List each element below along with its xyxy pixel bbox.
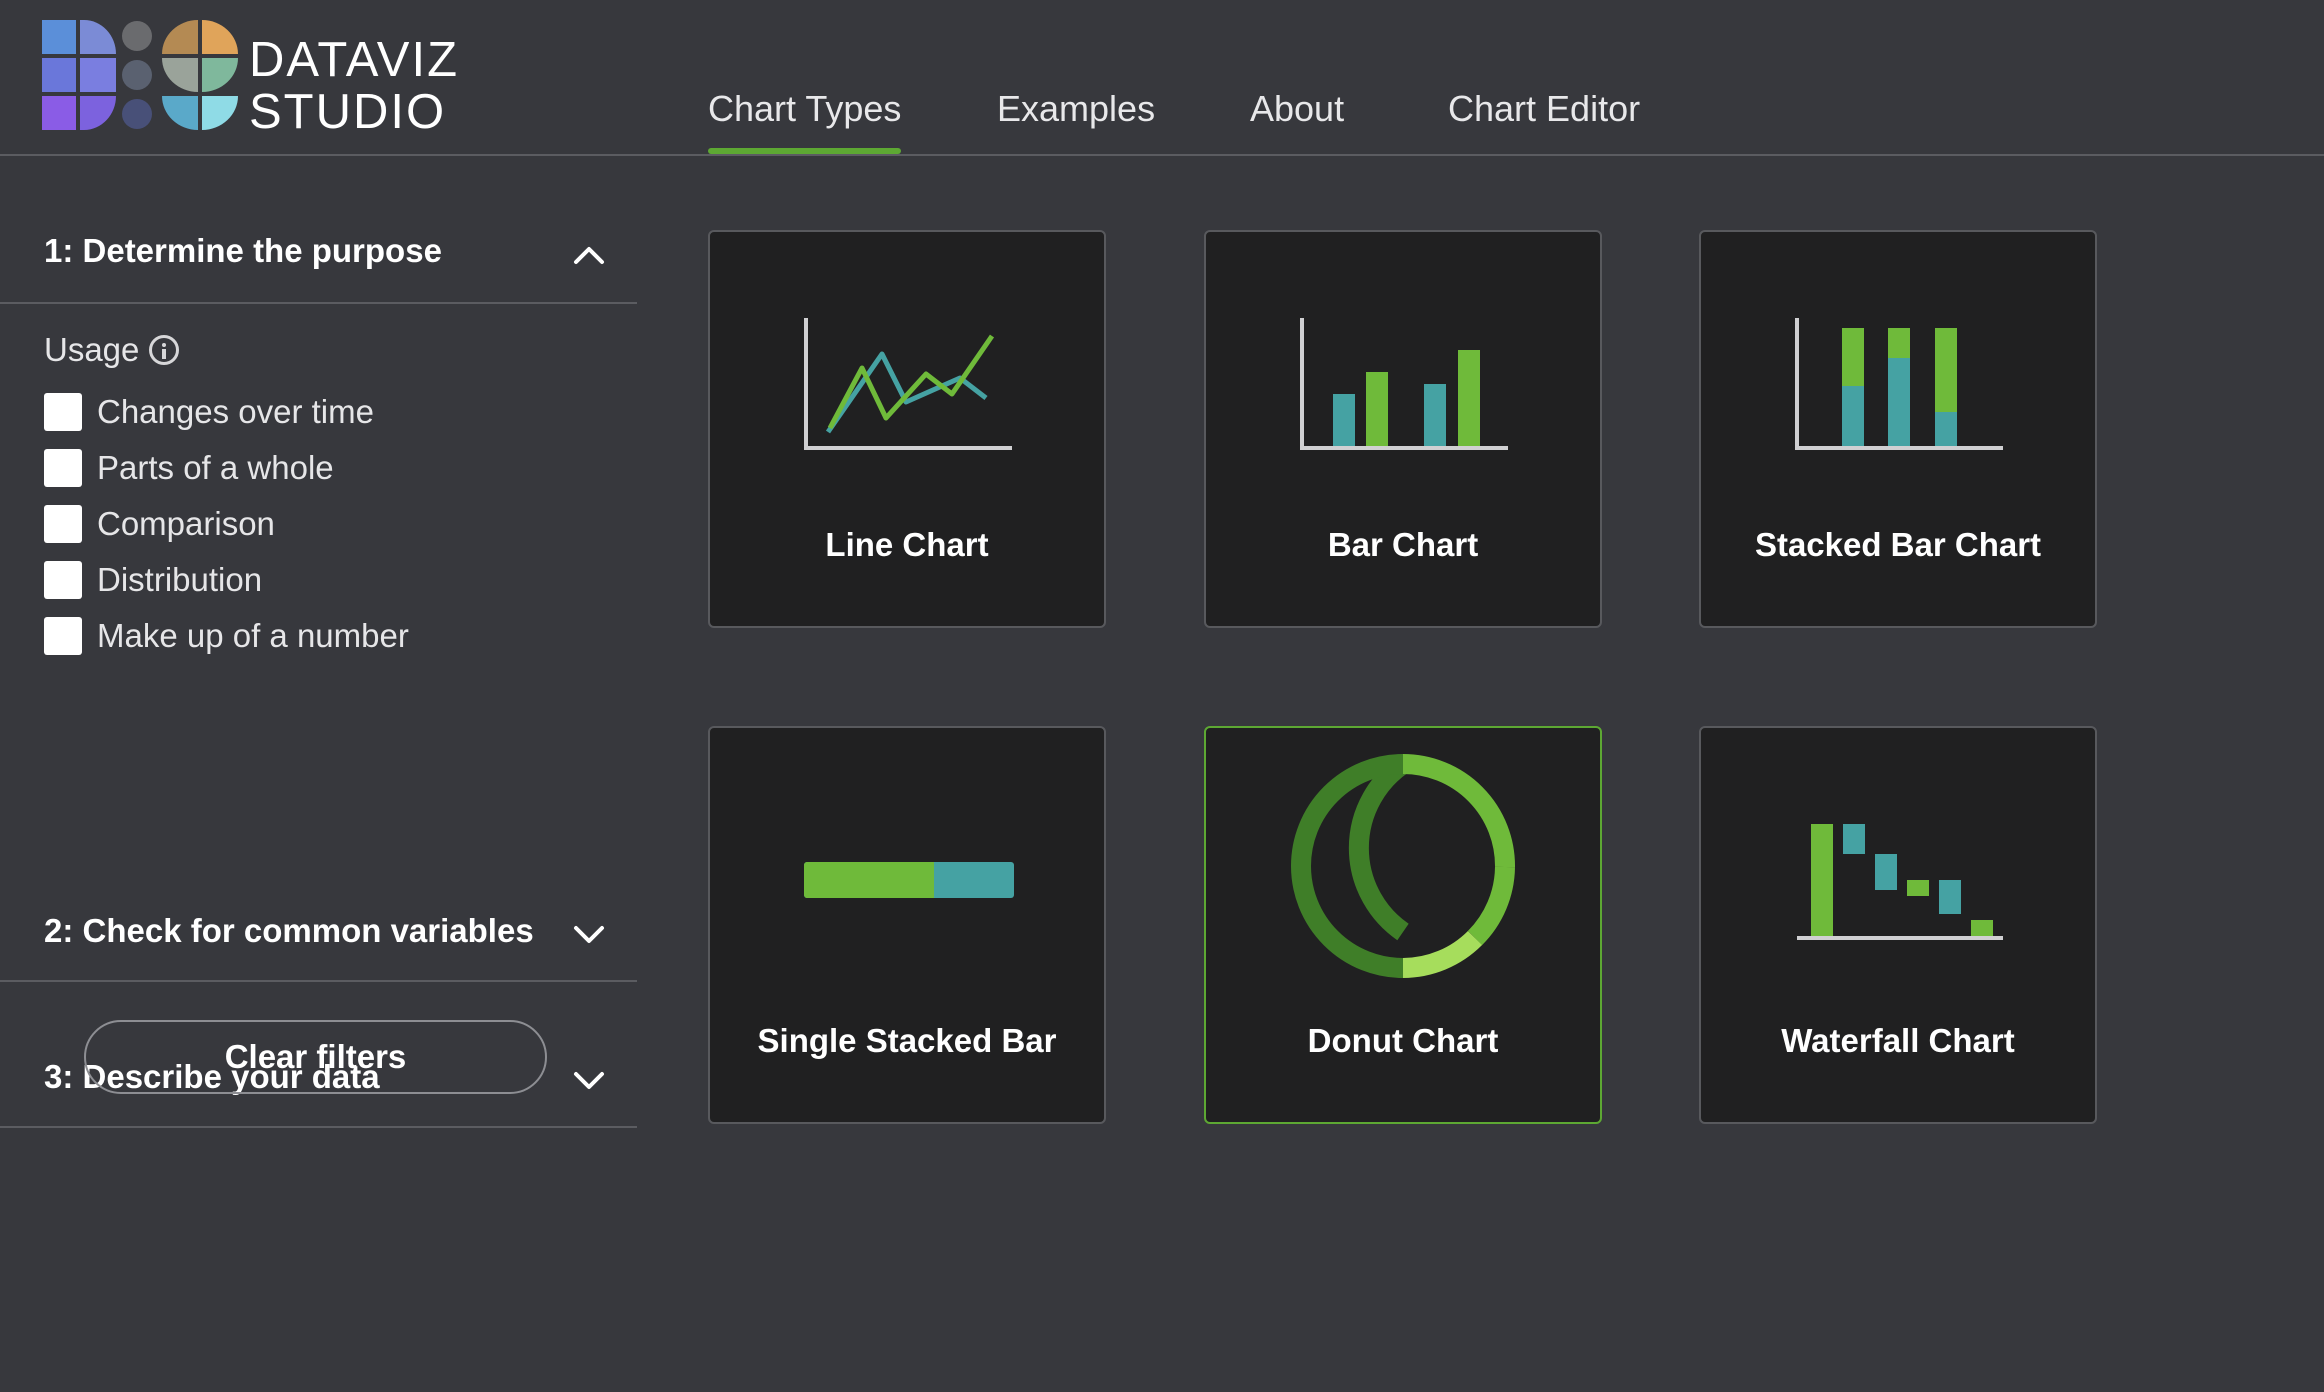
logo-line-2: STUDIO: [249, 85, 447, 139]
section-title: 2: Check for common variables: [44, 912, 534, 949]
checkbox[interactable]: [44, 393, 82, 431]
chevron-up-icon[interactable]: [572, 244, 606, 266]
option-distribution[interactable]: Distribution: [44, 560, 262, 600]
app-logo[interactable]: DATAVIZ STUDIO: [42, 20, 502, 138]
waterfall-chart-icon: [1797, 824, 2003, 940]
chevron-down-icon[interactable]: [572, 1070, 606, 1092]
card-label: Single Stacked Bar: [757, 1022, 1057, 1059]
option-changes-over-time[interactable]: Changes over time: [44, 392, 374, 432]
option-label: Comparison: [97, 505, 275, 542]
single-stacked-bar-icon: [804, 862, 1014, 898]
bar-chart-icon: [1300, 318, 1508, 450]
usage-header: Usage: [44, 330, 180, 370]
checkbox[interactable]: [44, 561, 82, 599]
stacked-bar-chart-icon: [1795, 318, 2003, 450]
logo-line-1: DATAVIZ: [249, 33, 459, 87]
section-common-variables[interactable]: 2: Check for common variables: [0, 832, 637, 982]
donut-chart-icon: [1290, 754, 1516, 978]
checkbox[interactable]: [44, 449, 82, 487]
card-label: Line Chart: [825, 526, 989, 563]
filter-sidebar: 1: Determine the purpose Usage Changes o…: [0, 156, 637, 1392]
logo-wordmark: DATAVIZ STUDIO: [249, 34, 459, 138]
line-chart-icon: [804, 318, 1012, 450]
card-label: Waterfall Chart: [1781, 1022, 2015, 1059]
card-label: Stacked Bar Chart: [1754, 526, 2042, 563]
info-icon[interactable]: [149, 335, 180, 365]
card-label: Bar Chart: [1327, 526, 1479, 563]
card-single-stacked-bar[interactable]: Single Stacked Bar: [708, 726, 1106, 1124]
option-make-up-of-a-number[interactable]: Make up of a number: [44, 616, 409, 656]
card-line-chart[interactable]: Line Chart: [708, 230, 1106, 628]
option-comparison[interactable]: Comparison: [44, 504, 275, 544]
card-stacked-bar-chart[interactable]: Stacked Bar Chart: [1699, 230, 2097, 628]
card-label: Donut Chart: [1307, 1022, 1499, 1059]
option-parts-of-a-whole[interactable]: Parts of a whole: [44, 448, 334, 488]
option-label: Distribution: [97, 561, 263, 598]
tab-chart-types[interactable]: Chart Types: [708, 88, 902, 154]
option-label: Changes over time: [97, 393, 374, 430]
section-determine-purpose[interactable]: 1: Determine the purpose: [0, 156, 637, 304]
top-header: DATAVIZ STUDIO Chart Types Examples Abou…: [0, 0, 2324, 156]
tab-examples[interactable]: Examples: [997, 88, 1155, 154]
checkbox[interactable]: [44, 505, 82, 543]
tab-chart-editor[interactable]: Chart Editor: [1448, 88, 1640, 154]
logo-mark-icon: [42, 20, 238, 130]
checkbox[interactable]: [44, 617, 82, 655]
option-label: Make up of a number: [97, 617, 409, 654]
card-bar-chart[interactable]: Bar Chart: [1204, 230, 1602, 628]
clear-filters-button[interactable]: Clear filters: [84, 1020, 547, 1094]
usage-label: Usage: [44, 331, 140, 368]
tab-about[interactable]: About: [1250, 88, 1344, 154]
card-donut-chart[interactable]: Donut Chart: [1204, 726, 1602, 1124]
chevron-down-icon[interactable]: [572, 924, 606, 946]
option-label: Parts of a whole: [97, 449, 334, 486]
section-title: 1: Determine the purpose: [44, 232, 442, 269]
card-waterfall-chart[interactable]: Waterfall Chart: [1699, 726, 2097, 1124]
